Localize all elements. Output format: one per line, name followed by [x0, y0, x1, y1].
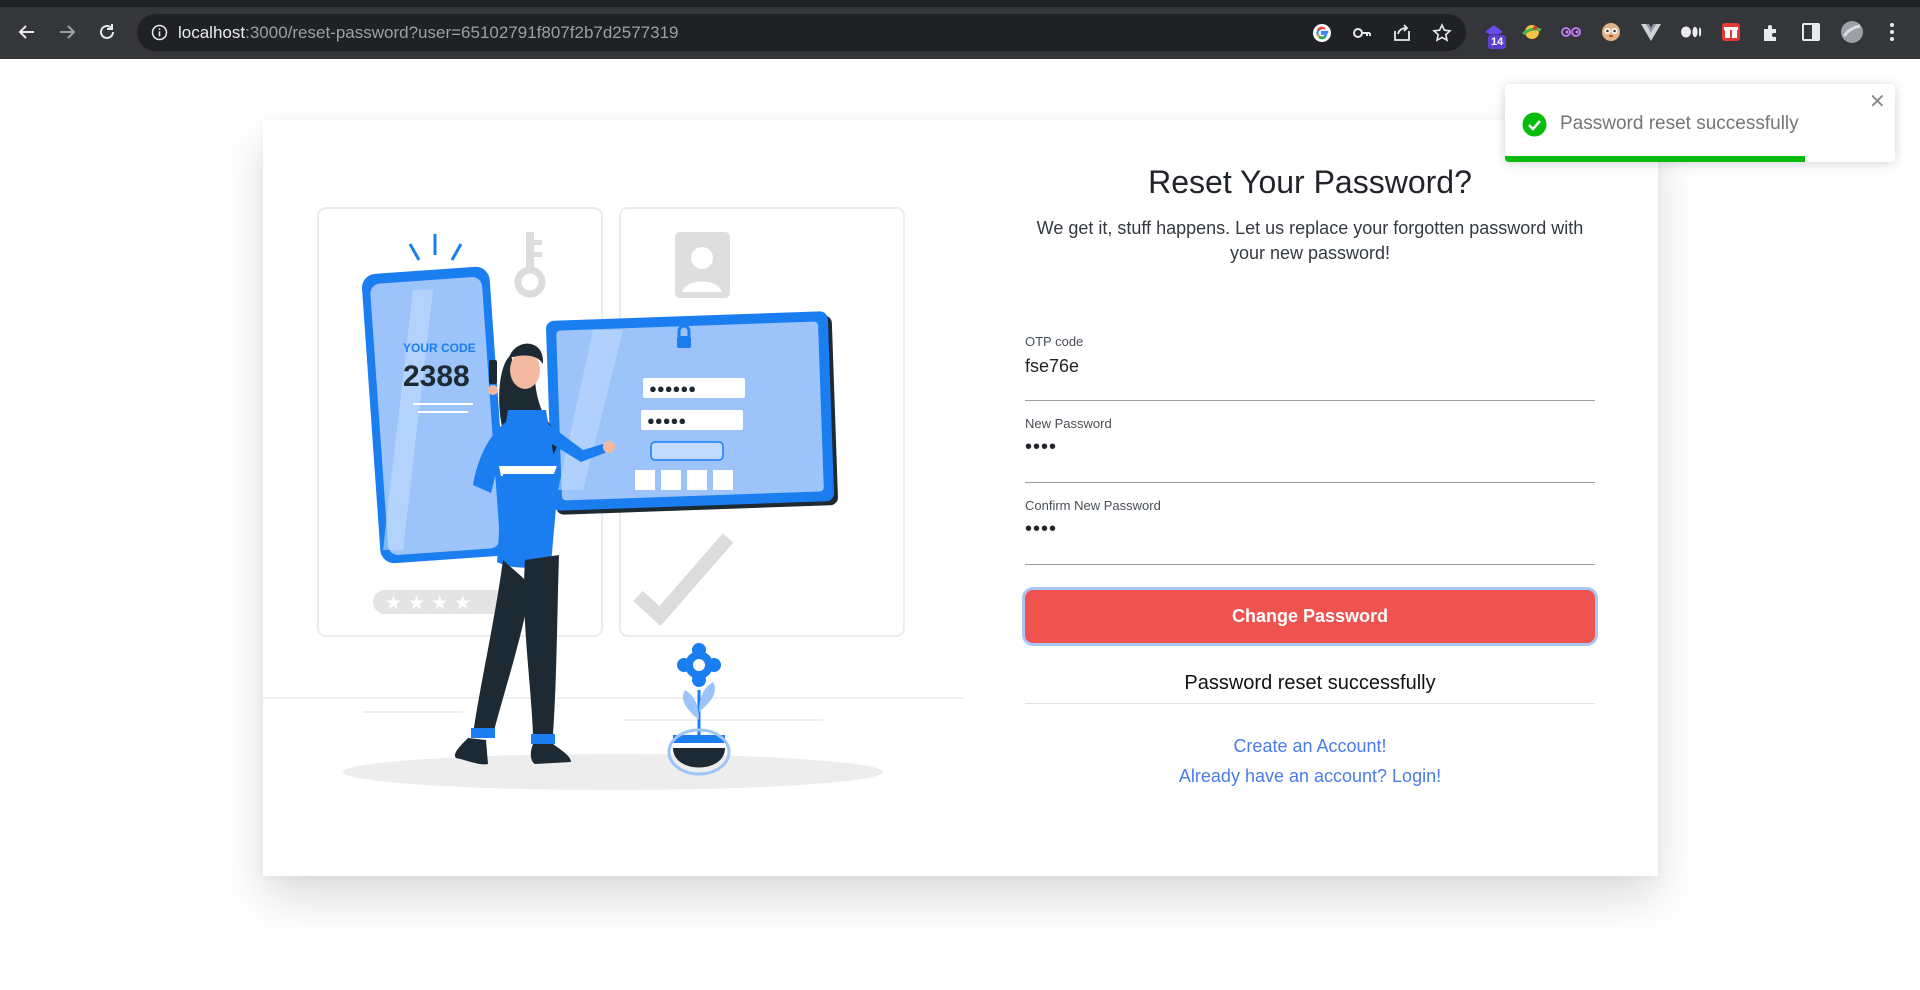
password-field-1: ●●●●●●	[649, 381, 696, 396]
create-account-link[interactable]: Create an Account!	[1025, 736, 1595, 757]
reset-password-form: Reset Your Password? We get it, stuff ha…	[1025, 120, 1595, 876]
key-icon[interactable]	[1352, 23, 1372, 43]
otp-field[interactable]: OTP code fse76e	[1025, 334, 1595, 401]
change-password-button[interactable]: Change Password	[1025, 590, 1595, 643]
extension-owl-icon[interactable]	[1599, 20, 1623, 44]
success-check-icon	[1522, 112, 1547, 137]
new-password-input[interactable]: ••••	[1025, 436, 1057, 459]
extension-medium-icon[interactable]	[1679, 20, 1703, 44]
otp-input[interactable]: fse76e	[1025, 356, 1079, 377]
google-lens-icon[interactable]	[1312, 23, 1332, 43]
new-password-field[interactable]: New Password ••••	[1025, 416, 1595, 483]
confirm-password-input[interactable]: ••••	[1025, 518, 1057, 541]
extension-gift-icon[interactable]	[1719, 20, 1743, 44]
address-bar[interactable]: localhost:3000/reset-password?user=65102…	[137, 14, 1466, 51]
svg-text:★ ★ ★ ★: ★ ★ ★ ★	[385, 592, 471, 614]
site-info-icon[interactable]	[151, 24, 168, 41]
page-title: Reset Your Password?	[1148, 164, 1472, 200]
url-text[interactable]: localhost:3000/reset-password?user=65102…	[178, 23, 679, 43]
reload-icon[interactable]	[94, 19, 120, 45]
profile-avatar-icon[interactable]	[1840, 20, 1864, 44]
extensions-puzzle-icon[interactable]	[1759, 20, 1783, 44]
page-subtitle: We get it, stuff happens. Let us replace…	[1036, 218, 1584, 263]
otp-label: OTP code	[1025, 334, 1084, 349]
close-icon[interactable]: ✕	[1869, 92, 1886, 112]
extension-planet-icon[interactable]	[1520, 20, 1544, 44]
extension-badge: 14	[1488, 35, 1507, 49]
reset-password-illustration: ★ ★ ★ ★ YOUR CODE 2388 ●●●●●● ●●●●●	[263, 207, 963, 790]
reset-password-card: ★ ★ ★ ★ YOUR CODE 2388 ●●●●●● ●●●●● Rese…	[263, 120, 1658, 876]
toast-progress-bar	[1505, 156, 1806, 162]
phone-illustration: YOUR CODE 2388	[361, 266, 509, 564]
profile-card-icon	[675, 232, 730, 298]
phone-caption: YOUR CODE	[403, 341, 476, 355]
share-icon[interactable]	[1392, 23, 1412, 43]
side-panel-icon[interactable]	[1799, 20, 1823, 44]
confirm-password-field[interactable]: Confirm New Password ••••	[1025, 498, 1595, 565]
new-password-label: New Password	[1025, 416, 1112, 431]
confirm-password-label: Confirm New Password	[1025, 498, 1161, 513]
login-link[interactable]: Already have an account? Login!	[1025, 766, 1595, 787]
url-path: :3000/reset-password?user=65102791f807f2…	[245, 23, 679, 42]
browser-menu-icon[interactable]	[1880, 20, 1904, 44]
flower-illustration	[667, 643, 731, 776]
toast-message: Password reset successfully	[1560, 113, 1799, 134]
password-field-2: ●●●●●	[647, 413, 686, 428]
forward-icon[interactable]	[54, 19, 80, 45]
extension-vue-icon[interactable]	[1639, 20, 1663, 44]
tab-strip	[0, 0, 1920, 7]
bookmark-star-icon[interactable]	[1432, 23, 1452, 43]
extension-eyes-icon[interactable]	[1559, 20, 1583, 44]
url-host: localhost	[178, 23, 246, 42]
phone-code: 2388	[403, 360, 470, 393]
success-toast[interactable]: Password reset successfully ✕	[1505, 84, 1895, 162]
back-icon[interactable]	[14, 19, 40, 45]
browser-toolbar: localhost:3000/reset-password?user=65102…	[0, 0, 1920, 59]
login-screen-illustration: ●●●●●● ●●●●●	[546, 311, 838, 515]
status-message: Password reset successfully	[1025, 672, 1595, 704]
